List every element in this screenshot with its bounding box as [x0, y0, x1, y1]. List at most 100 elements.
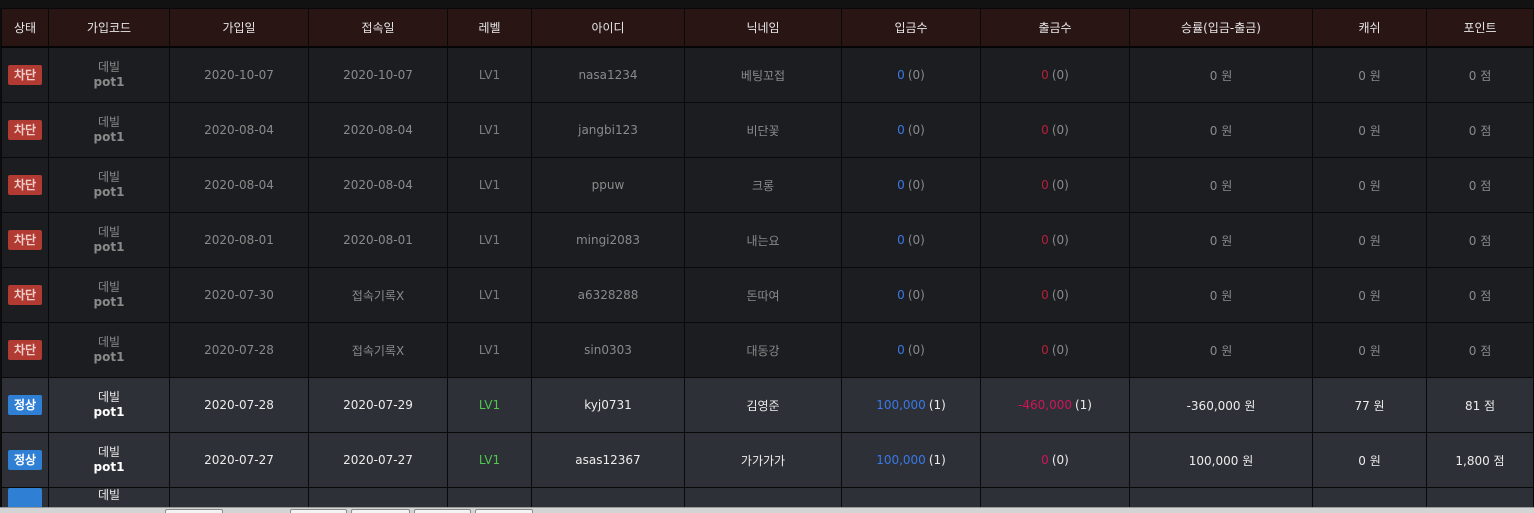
taskbar-button[interactable]	[290, 509, 347, 513]
deposit-cell: 0 (0)	[841, 322, 981, 378]
table-row[interactable]: 차단 데빌 pot1 2020-08-01 2020-08-01 LV1 ming…	[1, 212, 1534, 268]
header-withdraw[interactable]: 출금수	[980, 8, 1130, 48]
user-id-cell[interactable]: sin0303	[531, 322, 685, 378]
user-id-cell[interactable]: ppuw	[531, 157, 685, 213]
join-code-name: 데빌	[97, 445, 121, 459]
nickname-cell: 비단꽃	[684, 102, 842, 158]
taskbar-button[interactable]	[351, 509, 410, 513]
deposit-count: (1)	[928, 453, 946, 467]
join-code-sub: pot1	[93, 405, 125, 419]
cash-cell: 0 원	[1312, 46, 1427, 103]
status-badge[interactable]: 차단	[8, 65, 42, 85]
user-id-cell[interactable]: a6328288	[531, 267, 685, 323]
taskbar-button[interactable]	[414, 509, 471, 513]
deposit-amount: 100,000	[876, 398, 926, 412]
user-id-cell[interactable]: asas12367	[531, 432, 685, 488]
deposit-count: (0)	[907, 68, 925, 82]
point-cell: 0 점	[1426, 322, 1534, 378]
deposit-amount: 0	[897, 178, 905, 192]
deposit-count: (1)	[928, 398, 946, 412]
table-row[interactable]: 차단 데빌 pot1 2020-08-04 2020-08-04 LV1 ppuw…	[1, 157, 1534, 213]
status-cell: 차단	[1, 157, 49, 213]
status-badge[interactable]	[8, 488, 42, 508]
join-code-sub: pot1	[93, 240, 125, 254]
win-rate-cell: 100,000 원	[1129, 432, 1313, 488]
deposit-cell: 0 (0)	[841, 157, 981, 213]
header-level[interactable]: 레벨	[447, 8, 532, 48]
status-badge[interactable]: 차단	[8, 120, 42, 140]
header-win-rate[interactable]: 승률(입금-출금)	[1129, 8, 1313, 48]
win-rate-cell: 0 원	[1129, 212, 1313, 268]
header-point[interactable]: 포인트	[1426, 8, 1534, 48]
user-id-cell[interactable]: jangbi123	[531, 102, 685, 158]
nickname-cell: 김영준	[684, 377, 842, 433]
table-row[interactable]: 차단 데빌 pot1 2020-07-30 접속기록X LV1 a6328288 …	[1, 267, 1534, 323]
access-date-cell: 접속기록X	[308, 267, 448, 323]
join-code-name: 데빌	[97, 488, 121, 503]
withdraw-amount: 0	[1041, 68, 1049, 82]
header-join-code[interactable]: 가입코드	[48, 8, 170, 48]
status-badge[interactable]: 차단	[8, 340, 42, 360]
status-badge[interactable]: 정상	[8, 395, 42, 415]
join-code-sub: pot1	[93, 295, 125, 309]
table-row[interactable]: 차단 데빌 pot1 2020-08-04 2020-08-04 LV1 jang…	[1, 102, 1534, 158]
level-cell: LV1	[447, 102, 532, 158]
table-row[interactable]: 정상 데빌 pot1 2020-07-28 2020-07-29 LV1 kyj0…	[1, 377, 1534, 433]
join-code-cell: 데빌 pot1	[48, 212, 170, 268]
join-code-name: 데빌	[97, 390, 121, 404]
header-join-date[interactable]: 가입일	[169, 8, 309, 48]
access-date-cell: 2020-08-04	[308, 157, 448, 213]
taskbar-button[interactable]	[165, 509, 223, 513]
nickname-cell: 베팅꼬접	[684, 46, 842, 103]
status-badge[interactable]: 차단	[8, 285, 42, 305]
nickname-cell: 대동강	[684, 322, 842, 378]
nickname-cell: 크롱	[684, 157, 842, 213]
join-date-cell: 2020-08-04	[169, 157, 309, 213]
status-cell: 정상	[1, 432, 49, 488]
user-id-cell[interactable]: nasa1234	[531, 46, 685, 103]
header-cash[interactable]: 캐쉬	[1312, 8, 1427, 48]
cash-cell: 0 원	[1312, 157, 1427, 213]
table-header-row: 상태 가입코드 가입일 접속일 레벨 아이디 닉네임 입금수 출금수 승률(입금…	[1, 8, 1534, 48]
join-code-name: 데빌	[97, 225, 121, 239]
user-id-cell[interactable]: kyj0731	[531, 377, 685, 433]
withdraw-count: (0)	[1051, 343, 1069, 357]
join-code-sub: pot1	[93, 185, 125, 199]
taskbar-button[interactable]	[475, 509, 533, 513]
header-user-id[interactable]: 아이디	[531, 8, 685, 48]
join-code-cell: 데빌 pot1	[48, 322, 170, 378]
nickname-cell: 돈따여	[684, 267, 842, 323]
status-badge[interactable]: 정상	[8, 450, 42, 470]
table-row[interactable]: 정상 데빌 pot1 2020-07-27 2020-07-27 LV1 asas…	[1, 432, 1534, 488]
status-cell: 차단	[1, 267, 49, 323]
join-code-sub: pot1	[93, 460, 125, 474]
table-row[interactable]: 차단 데빌 pot1 2020-10-07 2020-10-07 LV1 nasa…	[1, 46, 1534, 103]
nickname-cell: 가가가가	[684, 432, 842, 488]
table-row[interactable]: 차단 데빌 pot1 2020-07-28 접속기록X LV1 sin0303 대…	[1, 322, 1534, 378]
withdraw-amount: 0	[1041, 178, 1049, 192]
taskbar	[0, 507, 1534, 513]
header-access-date[interactable]: 접속일	[308, 8, 448, 48]
withdraw-amount: 0	[1041, 288, 1049, 302]
level-cell: LV1	[447, 157, 532, 213]
point-cell: 0 점	[1426, 267, 1534, 323]
cash-cell: 0 원	[1312, 212, 1427, 268]
deposit-amount: 0	[897, 68, 905, 82]
join-code-cell: 데빌 pot1	[48, 432, 170, 488]
header-deposit[interactable]: 입금수	[841, 8, 981, 48]
point-cell: 1,800 점	[1426, 432, 1534, 488]
status-cell: 차단	[1, 322, 49, 378]
join-date-cell: 2020-08-01	[169, 212, 309, 268]
header-status[interactable]: 상태	[1, 8, 49, 48]
withdraw-count: (0)	[1051, 123, 1069, 137]
withdraw-cell: 0 (0)	[980, 212, 1130, 268]
status-badge[interactable]: 차단	[8, 175, 42, 195]
deposit-cell: 100,000 (1)	[841, 432, 981, 488]
join-code-cell: 데빌 pot1	[48, 46, 170, 103]
withdraw-count: (1)	[1074, 398, 1092, 412]
user-id-cell[interactable]: mingi2083	[531, 212, 685, 268]
point-cell: 0 점	[1426, 102, 1534, 158]
header-nickname[interactable]: 닉네임	[684, 8, 842, 48]
top-bar	[0, 0, 1534, 8]
status-badge[interactable]: 차단	[8, 230, 42, 250]
